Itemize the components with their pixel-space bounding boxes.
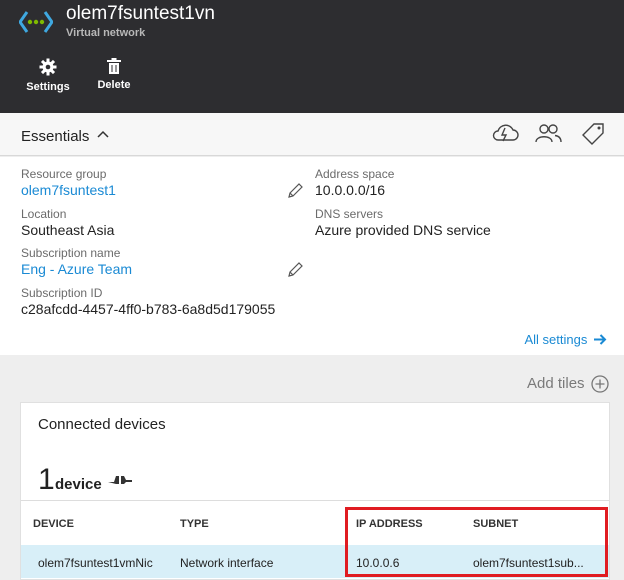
virtual-network-icon [19, 11, 53, 33]
subscription-id-label: Subscription ID [21, 286, 103, 300]
delete-button[interactable]: Delete [84, 58, 144, 91]
essentials-panel: Resource group olem7fsuntest1 Location S… [0, 157, 624, 355]
arrow-right-icon [594, 334, 607, 345]
subscription-id-value: c28afcdd-4457-4ff0-b783-6a8d5d179055 [21, 301, 276, 317]
all-settings-link[interactable]: All settings [525, 332, 608, 347]
column-header-type[interactable]: TYPE [180, 518, 209, 530]
cell-device: olem7fsuntest1vmNic [38, 556, 153, 570]
trash-icon [107, 58, 121, 74]
dns-servers-label: DNS servers [315, 207, 384, 221]
table-divider [21, 500, 609, 501]
plug-icon [108, 476, 132, 484]
address-space-value: 10.0.0.0/16 [315, 182, 386, 198]
plus-circle-icon [591, 375, 609, 393]
delete-label: Delete [97, 79, 131, 91]
users-icon[interactable] [535, 122, 563, 144]
highlight-box [345, 507, 608, 577]
subscription-name-label: Subscription name [21, 246, 121, 260]
edit-subscription-icon[interactable] [287, 262, 303, 278]
address-space-label: Address space [315, 167, 395, 181]
add-tiles-button[interactable]: Add tiles [527, 375, 609, 393]
resource-group-label: Resource group [21, 167, 107, 181]
cloud-icon[interactable] [491, 122, 519, 144]
cell-type: Network interface [180, 556, 274, 570]
dns-servers-value: Azure provided DNS service [315, 222, 491, 238]
settings-label: Settings [26, 81, 70, 93]
gear-icon [39, 58, 57, 76]
device-count: 1 [38, 463, 55, 496]
all-settings-label: All settings [524, 332, 588, 347]
essentials-bar: Essentials [0, 113, 624, 156]
column-header-device[interactable]: DEVICE [33, 518, 74, 530]
blade-header: olem7fsuntest1vn Virtual network Setting… [0, 0, 624, 113]
essentials-title[interactable]: Essentials [21, 128, 89, 145]
device-count-label: device [55, 476, 102, 493]
tag-icon[interactable] [580, 122, 606, 146]
add-tiles-label: Add tiles [527, 375, 585, 392]
page-subtitle: Virtual network [66, 27, 146, 39]
settings-button[interactable]: Settings [18, 58, 78, 93]
page-title: olem7fsuntest1vn [66, 3, 215, 24]
tile-title: Connected devices [38, 416, 166, 433]
resource-group-link[interactable]: olem7fsuntest1 [21, 182, 116, 198]
location-label: Location [21, 207, 67, 221]
chevron-up-icon[interactable] [97, 130, 109, 138]
location-value: Southeast Asia [21, 222, 115, 238]
edit-resource-group-icon[interactable] [287, 183, 303, 199]
subscription-name-link[interactable]: Eng - Azure Team [21, 261, 132, 277]
